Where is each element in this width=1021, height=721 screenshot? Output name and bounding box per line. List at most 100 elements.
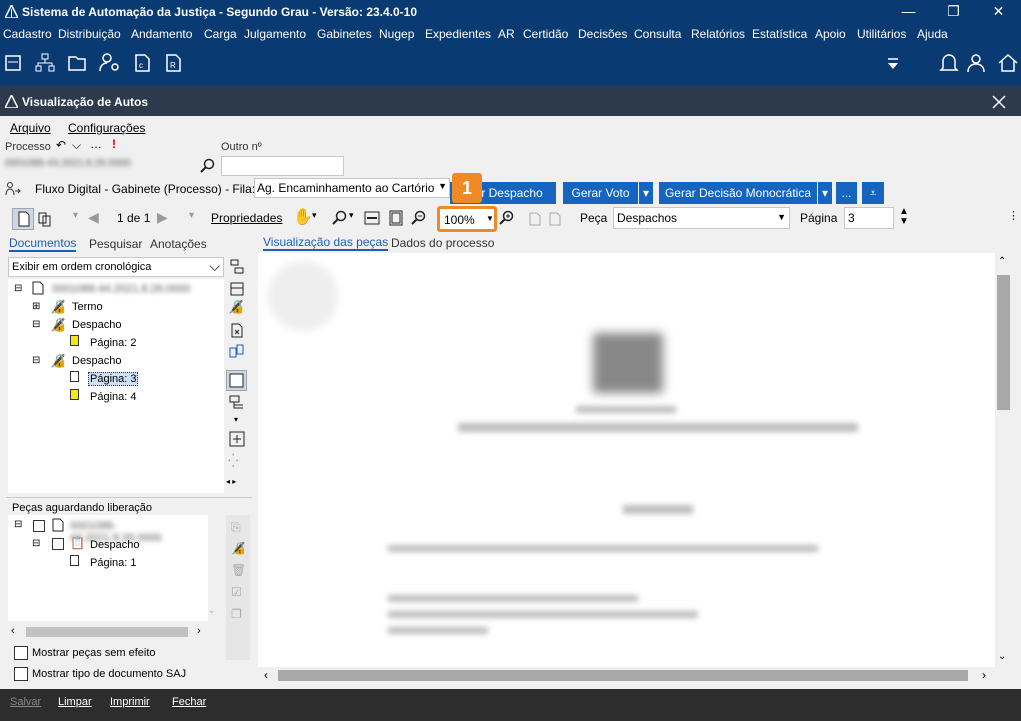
scroll-arrows-icon[interactable]: ◂ ▸ [226, 477, 236, 486]
propriedades-button[interactable]: Propriedades [211, 211, 282, 225]
prev-page-icon[interactable]: ◀ [88, 209, 99, 226]
scroll-right-icon[interactable]: › [197, 625, 201, 637]
zoom-out-icon[interactable] [411, 210, 427, 226]
collapse-icon[interactable]: ⊟ [14, 519, 22, 530]
split-doc-icon[interactable] [229, 343, 245, 359]
hierarchy-icon[interactable] [35, 53, 55, 73]
home-icon[interactable] [997, 52, 1019, 74]
document-viewer[interactable] [258, 253, 995, 667]
close-icon[interactable]: ✕ [976, 0, 1021, 24]
remove-doc-icon[interactable] [229, 323, 245, 339]
pending-hscrollbar[interactable]: ‹ › [8, 625, 208, 639]
limpar-button[interactable]: Limpar [58, 696, 92, 708]
collapse-icon[interactable]: ⊟ [14, 283, 22, 294]
zoom-tool-icon[interactable] [332, 210, 348, 226]
users-icon[interactable] [967, 52, 989, 74]
menu-relatorios[interactable]: Relatórios [691, 27, 745, 41]
sem-efeito-label[interactable]: Mostrar peças sem efeito [32, 647, 156, 659]
scroll-up-icon[interactable]: ⌃ [998, 256, 1006, 267]
viewer-hscrollbar[interactable]: ‹ › [258, 667, 995, 684]
chevron-down-icon[interactable]: ▾ [349, 210, 354, 221]
fila-select[interactable]: Ag. Encaminhamento ao Cartório ▼ [254, 178, 450, 198]
menu-arquivo[interactable]: Arquivo [10, 121, 51, 135]
restore-icon[interactable]: ❐ [931, 0, 976, 24]
tipo-saj-label[interactable]: Mostrar tipo de documento SAJ [32, 668, 186, 680]
more-options-button[interactable]: ... [836, 182, 857, 204]
bell-icon[interactable] [939, 52, 959, 74]
collapse-button[interactable]: ⩡ [862, 182, 884, 204]
menu-carga[interactable]: Carga [204, 27, 237, 41]
scrollbar-thumb[interactable] [26, 627, 188, 637]
minimize-icon[interactable]: — [886, 0, 931, 24]
first-page-icon[interactable]: ▾ [73, 210, 78, 221]
tab-documentos[interactable]: Documentos [9, 236, 77, 252]
menu-ar[interactable]: AR [498, 27, 515, 41]
printer-icon[interactable] [4, 53, 22, 73]
menu-cadastro[interactable]: Cadastro [3, 27, 52, 41]
tipo-saj-checkbox[interactable] [14, 667, 28, 681]
collapse-icon[interactable]: ⊟ [32, 319, 40, 330]
sem-efeito-checkbox[interactable] [14, 646, 28, 660]
annotation-toggle-icon[interactable] [226, 370, 247, 391]
tab-visualizacao-pecas[interactable]: Visualização das peças [263, 235, 389, 251]
tree-item-despacho[interactable]: Despacho [72, 319, 122, 331]
tree-item-pagina-2[interactable]: Página: 2 [90, 337, 136, 349]
menu-gabinetes[interactable]: Gabinetes [317, 27, 372, 41]
menu-nugep[interactable]: Nugep [379, 27, 414, 41]
dropdown-arrow-icon[interactable] [886, 57, 900, 71]
close-icon[interactable] [992, 95, 1006, 109]
imprimir-button[interactable]: Imprimir [110, 696, 150, 708]
chevron-down-icon[interactable]: ⌵ [72, 138, 81, 153]
menu-utilitarios[interactable]: Utilitários [857, 27, 906, 41]
menu-apoio[interactable]: Apoio [815, 27, 846, 41]
zoom-in-icon[interactable] [499, 210, 515, 226]
tree-item-despacho-2[interactable]: Despacho [72, 355, 122, 367]
scroll-down-icon[interactable]: ⌄ [208, 605, 216, 616]
menu-ajuda[interactable]: Ajuda [917, 27, 948, 41]
document-c-icon[interactable]: c [133, 53, 151, 73]
fechar-button[interactable]: Fechar [172, 696, 206, 708]
tree-view-icon[interactable] [229, 259, 245, 275]
scrollbar-thumb[interactable] [997, 275, 1010, 410]
scrollbar-thumb[interactable] [278, 670, 968, 681]
processo-input[interactable]: 0001086-44.2021.8.26.0000 [3, 156, 197, 174]
fit-page-icon[interactable] [388, 210, 404, 226]
fit-width-icon[interactable] [364, 210, 380, 226]
list-view-icon[interactable] [229, 281, 245, 297]
zoom-select[interactable]: 100% ▼ [437, 206, 497, 232]
more-icon[interactable]: … [90, 137, 102, 151]
next-page-icon[interactable]: ▶ [157, 209, 168, 226]
pending-item-pagina-1[interactable]: Página: 1 [90, 557, 136, 569]
search-icon[interactable] [200, 158, 216, 174]
pagina-input[interactable]: 3 [844, 207, 894, 229]
scroll-left-icon[interactable]: ‹ [264, 668, 268, 682]
pending-item-checkbox[interactable] [52, 538, 64, 550]
scroll-down-icon[interactable]: ⌄ [998, 651, 1006, 662]
tree-expand-icon[interactable] [229, 395, 247, 413]
folder-icon[interactable] [67, 53, 87, 73]
overflow-icon[interactable]: ⋮ [1008, 209, 1019, 222]
gerar-voto-button[interactable]: Gerar Voto [563, 182, 638, 204]
undo-icon[interactable]: ↶ [56, 138, 66, 152]
outro-numero-input[interactable] [221, 156, 344, 176]
collapse-icon[interactable]: ⊟ [32, 355, 40, 366]
tree-item-pagina-3[interactable]: Página: 3 [88, 372, 139, 386]
expand-icon[interactable]: ⊞ [32, 301, 40, 312]
page-view-icon[interactable] [12, 208, 34, 230]
peca-select[interactable]: Despachos ▼ [613, 207, 790, 229]
collapse-icon[interactable]: ⊟ [32, 538, 40, 549]
scroll-left-icon[interactable]: ‹ [11, 625, 15, 637]
menu-expedientes[interactable]: Expedientes [425, 27, 491, 41]
add-note-icon[interactable] [229, 431, 245, 447]
tree-root-label[interactable]: 0001086-44.2021.8.26.0000 [52, 283, 190, 295]
tree-item-termo[interactable]: Termo [72, 301, 103, 313]
chevron-down-icon[interactable]: ▾ [312, 210, 317, 221]
gerar-decisao-dropdown[interactable]: ▾ [818, 182, 832, 204]
pending-root-checkbox[interactable] [33, 520, 45, 532]
viewer-vscrollbar[interactable]: ⌃ ⌄ [995, 253, 1012, 667]
menu-andamento[interactable]: Andamento [131, 27, 192, 41]
chevron-down-icon[interactable]: ▾ [234, 415, 238, 424]
gerar-voto-dropdown[interactable]: ▾ [639, 182, 653, 204]
tab-anotacoes[interactable]: Anotações [150, 237, 207, 251]
menu-estatistica[interactable]: Estatística [752, 27, 807, 41]
